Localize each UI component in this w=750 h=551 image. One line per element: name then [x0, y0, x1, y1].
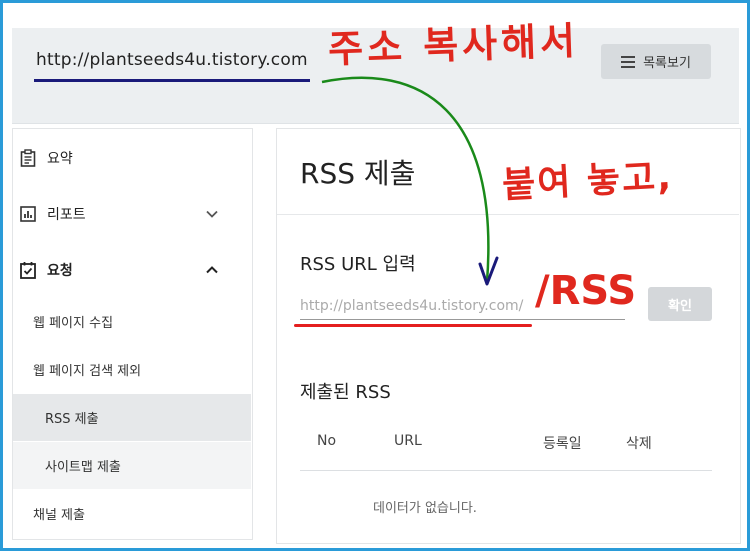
annotation-copy-note: 주소 복사해서	[327, 18, 580, 72]
annotation-paste-note: 붙여 놓고,	[501, 156, 674, 207]
annotation-arrow	[321, 76, 499, 286]
annotation-rss-suffix: /RSS	[535, 268, 637, 314]
